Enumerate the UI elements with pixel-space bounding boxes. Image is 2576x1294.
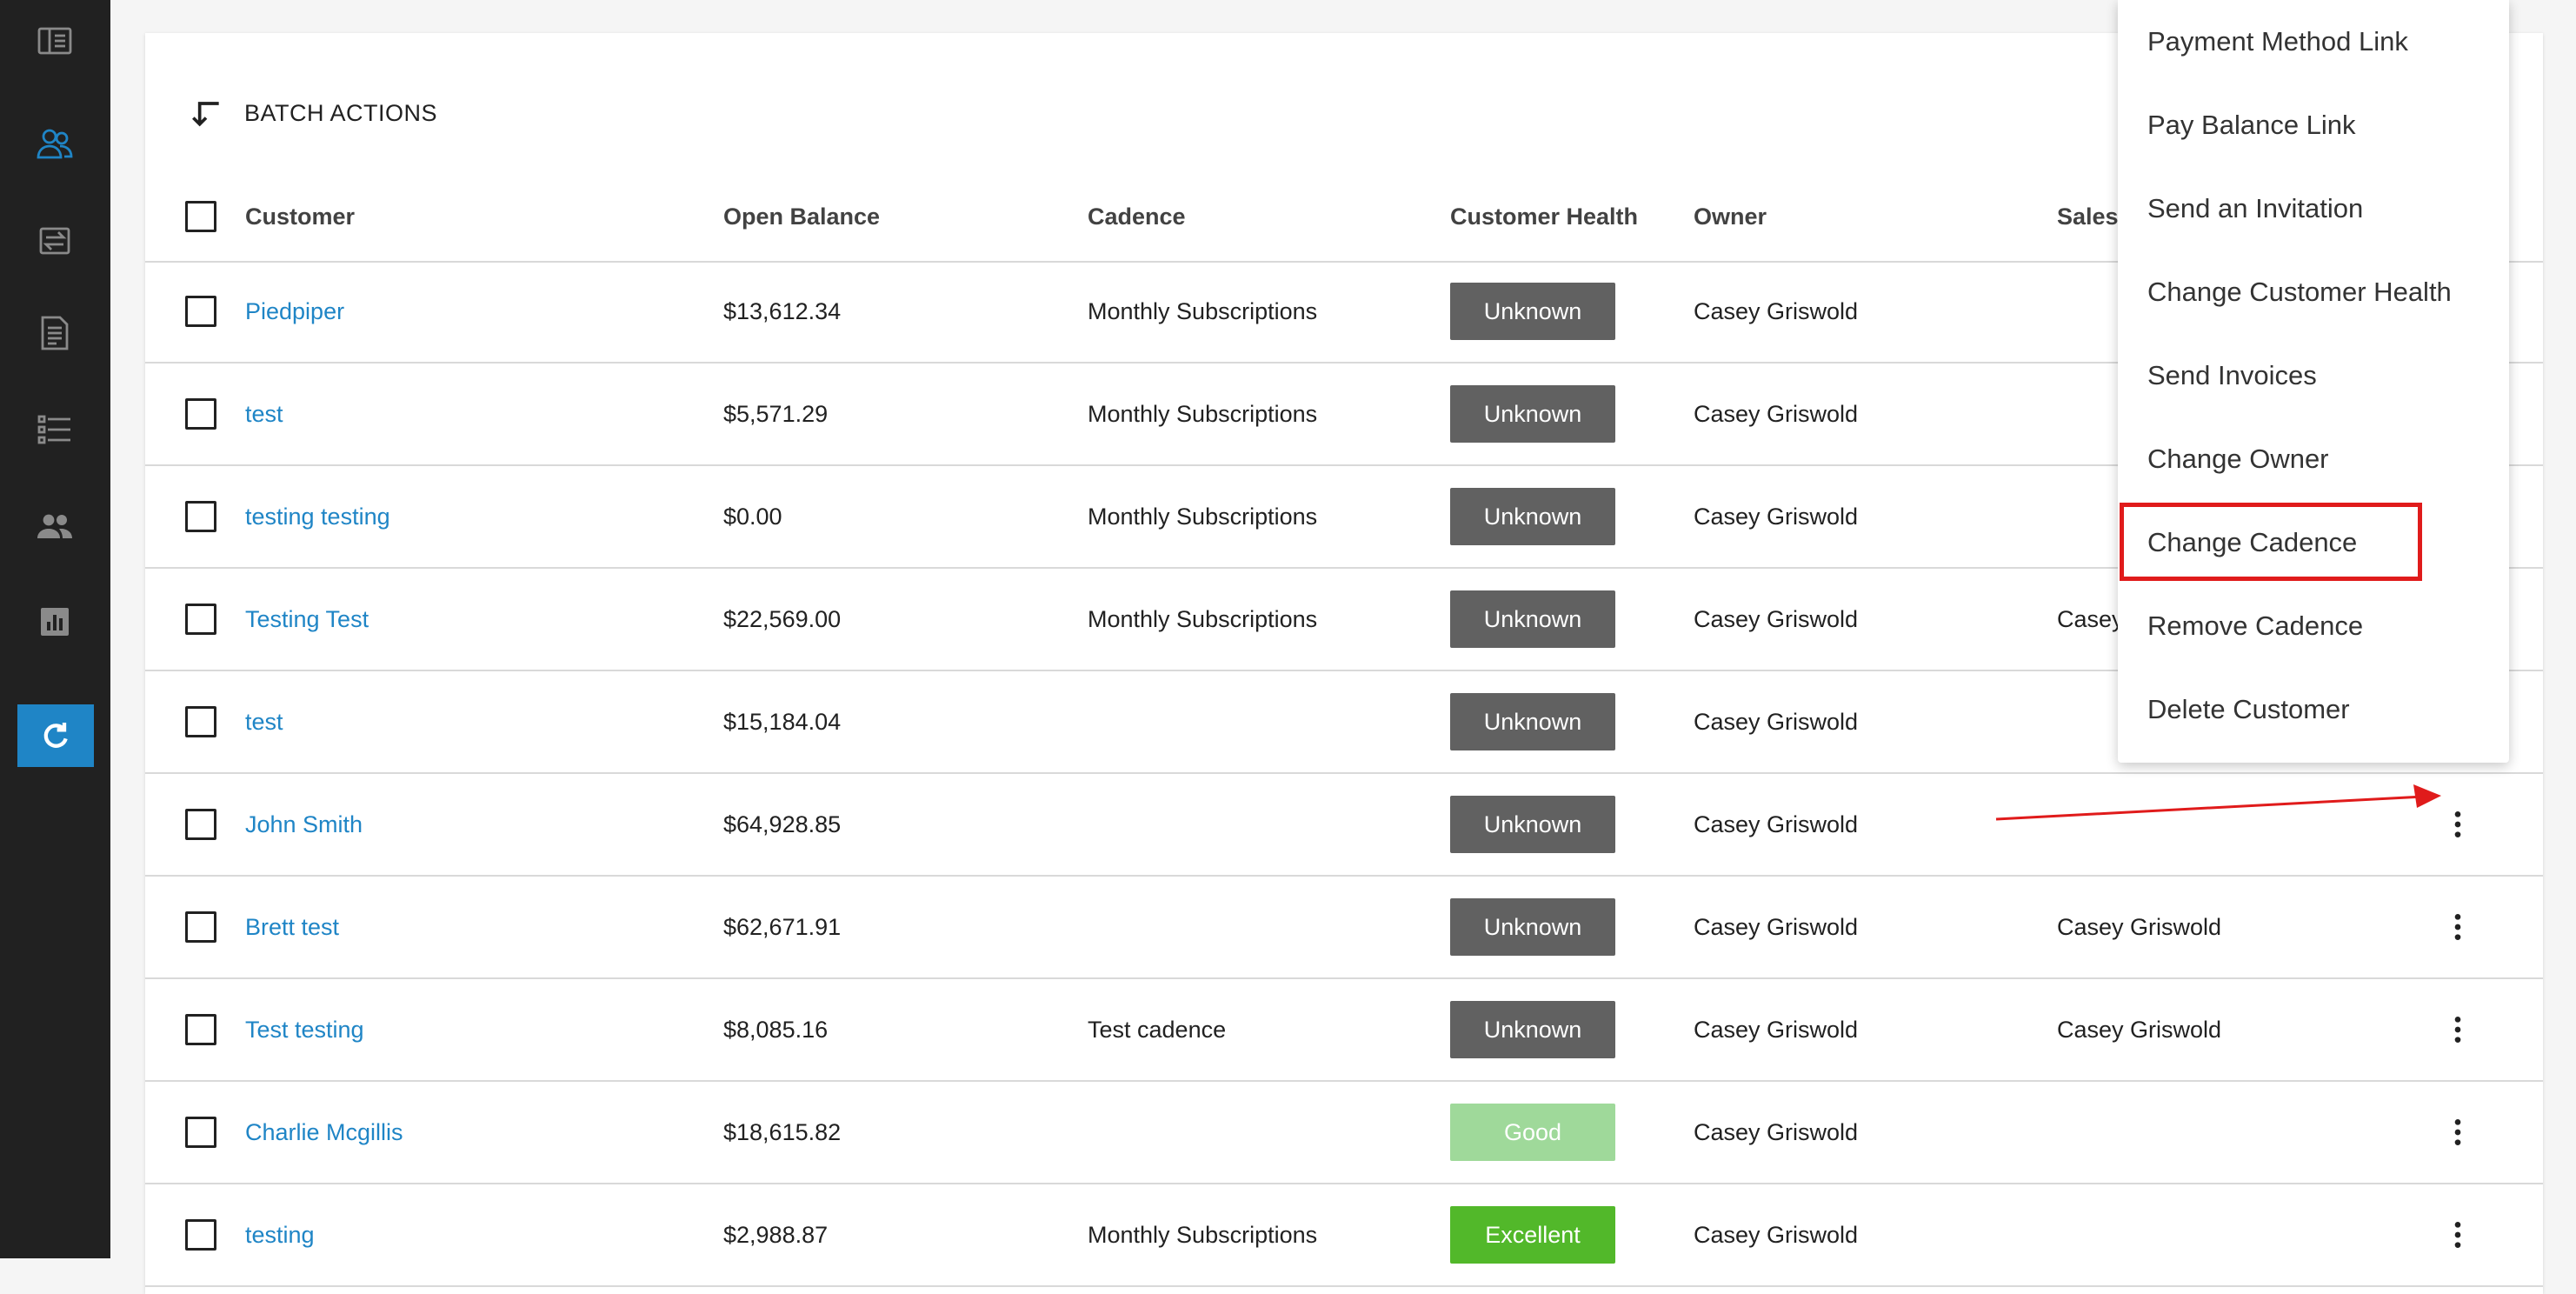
sales-owner: Casey	[2057, 605, 2124, 632]
invoice-icon[interactable]	[31, 310, 78, 357]
refresh-button[interactable]	[17, 704, 94, 767]
column-cadence[interactable]: Cadence	[1088, 172, 1186, 261]
sales-owner: Casey Griswold	[2057, 913, 2222, 940]
health-badge[interactable]: Unknown	[1450, 796, 1615, 853]
cadence: Test cadence	[1088, 1016, 1227, 1043]
customer-link[interactable]: Test testing	[245, 1017, 364, 1044]
table-row: Brett test $62,671.91 Unknown Casey Griswol…	[145, 877, 2543, 979]
users-icon[interactable]	[31, 503, 78, 550]
row-checkbox[interactable]	[185, 1117, 216, 1148]
menu-item-send-invoices[interactable]: Send Invoices	[2118, 334, 2509, 417]
sidebar	[0, 0, 110, 1258]
list-icon[interactable]	[31, 405, 78, 452]
menu-item-send-an-invitation[interactable]: Send an Invitation	[2118, 167, 2509, 250]
open-balance: $64,928.85	[723, 810, 842, 837]
customer-link[interactable]: test	[245, 709, 283, 736]
row-actions-kebab-icon[interactable]	[2437, 1111, 2479, 1153]
menu-item-remove-cadence[interactable]: Remove Cadence	[2118, 584, 2509, 668]
batch-actions-button[interactable]: BATCH ACTIONS	[187, 87, 437, 139]
owner: Casey Griswold	[1694, 1016, 1859, 1043]
cadence: Monthly Subscriptions	[1088, 1221, 1318, 1248]
row-checkbox[interactable]	[185, 398, 216, 430]
cadence: Monthly Subscriptions	[1088, 400, 1318, 427]
sales-owner: Casey Griswold	[2057, 1016, 2222, 1043]
row-checkbox[interactable]	[185, 809, 216, 840]
menu-item-delete-customer[interactable]: Delete Customer	[2118, 668, 2509, 751]
transfer-icon[interactable]	[31, 217, 78, 264]
owner: Casey Griswold	[1694, 297, 1859, 324]
open-balance: $13,612.34	[723, 297, 842, 324]
cadence: Monthly Subscriptions	[1088, 503, 1318, 530]
batch-arrow-icon	[192, 102, 219, 127]
open-balance: $15,184.04	[723, 708, 842, 735]
open-balance: $5,571.29	[723, 400, 829, 427]
table-row: testing $2,988.87 Monthly Subscriptions Exc…	[145, 1184, 2543, 1287]
menu-item-change-customer-health[interactable]: Change Customer Health	[2118, 250, 2509, 334]
open-balance: $62,671.91	[723, 913, 842, 940]
row-checkbox[interactable]	[185, 706, 216, 737]
health-badge[interactable]: Good	[1450, 1104, 1615, 1161]
customer-link[interactable]: test	[245, 401, 283, 428]
health-badge[interactable]: Unknown	[1450, 385, 1615, 443]
customer-link[interactable]: testing testing	[245, 504, 390, 530]
refresh-icon	[43, 723, 68, 748]
menu-item-change-owner[interactable]: Change Owner	[2118, 417, 2509, 501]
health-badge[interactable]: Excellent	[1450, 1206, 1615, 1264]
row-checkbox[interactable]	[185, 1219, 216, 1251]
select-all-checkbox[interactable]	[185, 201, 216, 232]
row-checkbox[interactable]	[185, 501, 216, 532]
health-badge[interactable]: Unknown	[1450, 590, 1615, 648]
column-sales[interactable]: Sales	[2057, 172, 2119, 261]
cadence: Monthly Subscriptions	[1088, 605, 1318, 632]
dashboard-icon[interactable]	[31, 17, 78, 64]
owner: Casey Griswold	[1694, 708, 1859, 735]
row-checkbox[interactable]	[185, 1014, 216, 1045]
annotation-highlight-box	[2120, 503, 2422, 581]
open-balance: $0.00	[723, 503, 782, 530]
row-checkbox[interactable]	[185, 911, 216, 943]
health-badge[interactable]: Unknown	[1450, 693, 1615, 750]
owner: Casey Griswold	[1694, 503, 1859, 530]
column-customer-health[interactable]: Customer Health	[1450, 172, 1638, 261]
row-actions-menu: Payment Method Link Pay Balance Link Send …	[2118, 0, 2509, 763]
open-balance: $18,615.82	[723, 1118, 842, 1145]
column-customer[interactable]: Customer	[245, 172, 355, 261]
health-badge[interactable]: Unknown	[1450, 898, 1615, 956]
owner: Casey Griswold	[1694, 913, 1859, 940]
customer-link[interactable]: Testing Test	[245, 606, 369, 633]
menu-item-pay-balance-link[interactable]: Pay Balance Link	[2118, 83, 2509, 167]
open-balance: $8,085.16	[723, 1016, 829, 1043]
row-actions-kebab-icon[interactable]	[2437, 1214, 2479, 1256]
column-open-balance[interactable]: Open Balance	[723, 172, 880, 261]
health-badge[interactable]: Unknown	[1450, 283, 1615, 340]
open-balance: $2,988.87	[723, 1221, 829, 1248]
customer-link[interactable]: Brett test	[245, 914, 339, 941]
owner: Casey Griswold	[1694, 1221, 1859, 1248]
row-actions-kebab-icon[interactable]	[2437, 1009, 2479, 1051]
table-row: Test testing $8,085.16 Test cadence Unknown…	[145, 979, 2543, 1082]
annotation-arrow	[1995, 784, 2441, 821]
health-badge[interactable]: Unknown	[1450, 488, 1615, 545]
owner: Casey Griswold	[1694, 1118, 1859, 1145]
open-balance: $22,569.00	[723, 605, 842, 632]
table-row: Charlie Mcgillis $18,615.82 Good Casey Gris…	[145, 1082, 2543, 1184]
owner: Casey Griswold	[1694, 810, 1859, 837]
row-checkbox[interactable]	[185, 296, 216, 327]
row-actions-kebab-icon[interactable]	[2437, 906, 2479, 948]
batch-actions-label: BATCH ACTIONS	[244, 99, 438, 126]
owner: Casey Griswold	[1694, 400, 1859, 427]
menu-item-payment-method-link[interactable]: Payment Method Link	[2118, 0, 2509, 83]
customer-link[interactable]: Piedpiper	[245, 298, 344, 325]
column-owner[interactable]: Owner	[1694, 172, 1767, 261]
customer-link[interactable]: testing	[245, 1222, 315, 1249]
owner: Casey Griswold	[1694, 605, 1859, 632]
reports-icon[interactable]	[31, 598, 78, 645]
cadence: Monthly Subscriptions	[1088, 297, 1318, 324]
customer-link[interactable]: John Smith	[245, 811, 363, 838]
customers-icon[interactable]	[31, 120, 78, 167]
row-checkbox[interactable]	[185, 604, 216, 635]
health-badge[interactable]: Unknown	[1450, 1001, 1615, 1058]
customer-link[interactable]: Charlie Mcgillis	[245, 1119, 403, 1146]
